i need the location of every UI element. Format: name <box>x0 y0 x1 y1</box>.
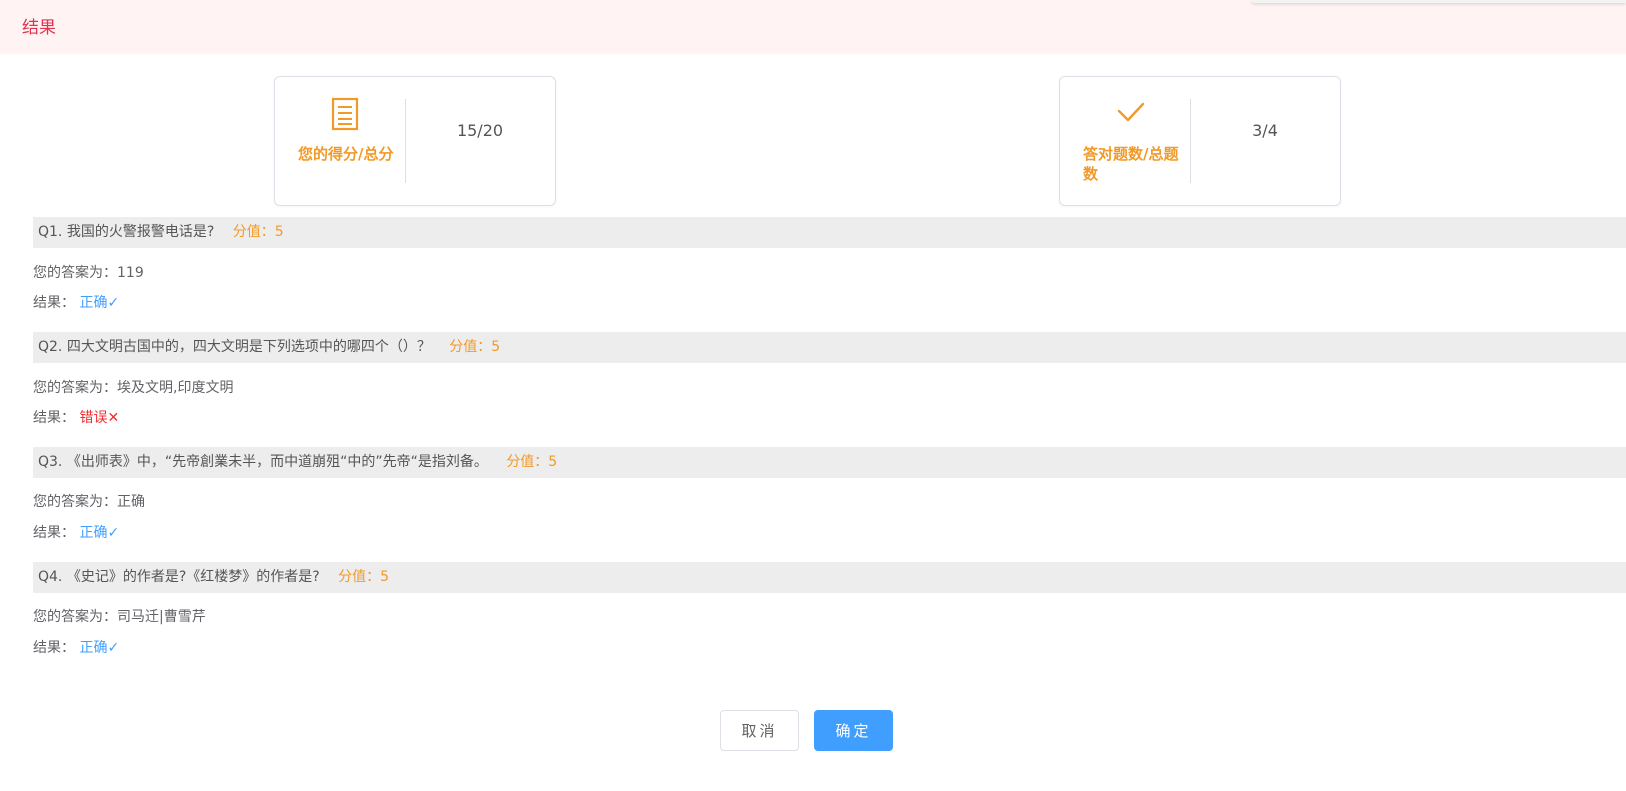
question-number: Q2. <box>38 339 63 355</box>
result-prefix: 结果： <box>33 295 75 311</box>
correct-count-stat-card: 答对题数/总题数 3/4 <box>1059 76 1341 206</box>
answer-value: 埃及文明,印度文明 <box>117 380 234 396</box>
score-stat-value: 15/20 <box>456 121 504 140</box>
answer-value: 119 <box>117 265 144 281</box>
score-stat-card: 您的得分/总分 15/20 <box>274 76 556 206</box>
answer-line: 您的答案为：119 <box>33 262 144 282</box>
result-line: 结果： 正确✓ <box>33 292 119 312</box>
question-header: Q3. 《出师表》中，“先帝創業未半，而中道崩殂“中的”先帝“是指刘备。 分值：… <box>33 447 1626 478</box>
checkmark-icon <box>1116 97 1145 131</box>
divider <box>1190 99 1191 183</box>
answer-prefix: 您的答案为： <box>33 380 117 396</box>
answer-prefix: 您的答案为： <box>33 494 117 510</box>
result-value: 正确✓ <box>79 640 120 656</box>
result-line: 结果： 正确✓ <box>33 637 119 657</box>
result-line: 结果： 错误✕ <box>33 407 119 427</box>
question-number: Q4. <box>38 569 63 585</box>
question-score: 分值：5 <box>232 224 284 240</box>
cancel-button[interactable]: 取消 <box>720 710 799 751</box>
question-score: 分值：5 <box>338 569 390 585</box>
confirm-button[interactable]: 确定 <box>814 710 893 751</box>
document-list-icon <box>331 97 359 131</box>
result-line: 结果： 正确✓ <box>33 522 119 542</box>
question-header: Q4. 《史记》的作者是?《红楼梦》的作者是? 分值：5 <box>33 562 1626 593</box>
question-number: Q1. <box>38 224 63 240</box>
result-prefix: 结果： <box>33 640 75 656</box>
answer-prefix: 您的答案为： <box>33 265 117 281</box>
result-value: 正确✓ <box>79 525 120 541</box>
overlay-edge <box>1251 0 1626 3</box>
question-number: Q3. <box>38 454 63 470</box>
result-header: 结果 <box>0 0 1626 54</box>
score-stat-label: 您的得分/总分 <box>298 145 394 163</box>
result-prefix: 结果： <box>33 525 75 541</box>
answer-value: 司马迁|曹雪芹 <box>117 609 206 625</box>
answer-line: 您的答案为：司马迁|曹雪芹 <box>33 606 206 626</box>
divider <box>405 99 406 183</box>
question-header: Q1. 我国的火警报警电话是? 分值：5 <box>33 217 1626 248</box>
question-score: 分值：5 <box>449 339 501 355</box>
answer-value: 正确 <box>117 494 145 510</box>
answer-prefix: 您的答案为： <box>33 609 117 625</box>
answer-line: 您的答案为：埃及文明,印度文明 <box>33 377 233 397</box>
question-score: 分值：5 <box>506 454 558 470</box>
question-text: 《史记》的作者是?《红楼梦》的作者是? <box>66 569 320 585</box>
question-text: 我国的火警报警电话是? <box>66 224 215 240</box>
answer-line: 您的答案为：正确 <box>33 491 145 511</box>
question-text: 《出师表》中，“先帝創業未半，而中道崩殂“中的”先帝“是指刘备。 <box>66 454 488 470</box>
result-value: 正确✓ <box>79 295 120 311</box>
question-header: Q2. 四大文明古国中的，四大文明是下列选项中的哪四个（）？ 分值：5 <box>33 332 1626 363</box>
question-text: 四大文明古国中的，四大文明是下列选项中的哪四个（）？ <box>66 339 431 355</box>
result-value: 错误✕ <box>79 410 120 426</box>
page-title: 结果 <box>22 18 56 38</box>
correct-count-stat-value: 3/4 <box>1252 121 1278 140</box>
correct-count-stat-label: 答对题数/总题数 <box>1083 145 1179 183</box>
result-prefix: 结果： <box>33 410 75 426</box>
